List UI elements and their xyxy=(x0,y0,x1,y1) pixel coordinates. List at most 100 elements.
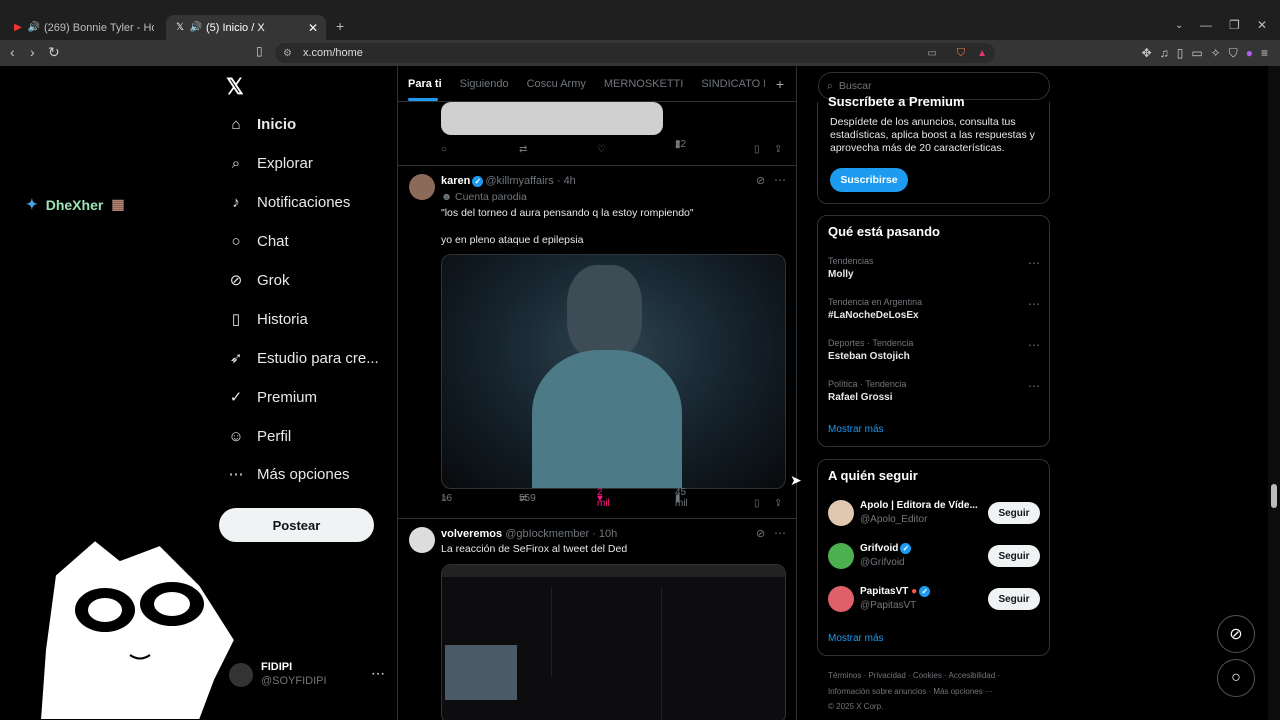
new-tab-icon[interactable]: + xyxy=(336,18,344,34)
forward-icon[interactable]: › xyxy=(30,44,35,60)
footer-links[interactable]: Información sobre anuncios · Más opcione… xyxy=(828,687,993,696)
tab-para-ti[interactable]: Para ti xyxy=(408,78,442,90)
avatar[interactable] xyxy=(409,527,435,553)
back-icon[interactable]: ‹ xyxy=(10,44,15,60)
tab-coscu-army[interactable]: Coscu Army xyxy=(527,78,586,90)
trend-context: Tendencias xyxy=(828,256,874,266)
trend-topic: #LaNocheDeLosEx xyxy=(828,310,919,321)
mascot-overlay xyxy=(38,538,237,720)
nav-item-estudio[interactable]: ➶ Estudio para cre... xyxy=(227,349,379,368)
nav-item-chat[interactable]: ○ Chat xyxy=(227,232,288,250)
bookmark-page-icon[interactable]: ▯ xyxy=(256,44,263,58)
trend-item[interactable]: Política · Tendencia Rafael Grossi ⋯ xyxy=(828,379,1040,403)
chevron-down-icon[interactable]: ⌄ xyxy=(1175,20,1183,31)
follow-button[interactable]: Seguir xyxy=(988,588,1040,610)
messages-fab-icon[interactable]: ○ xyxy=(1217,659,1255,697)
repost-icon[interactable]: ⇄ xyxy=(519,144,527,155)
brave-rewards-icon[interactable]: ▲ xyxy=(977,48,987,59)
follow-suggestion[interactable]: PapitasVT ● ✓ @PapitasVT Seguir xyxy=(828,584,1040,616)
cast-icon[interactable]: ▭ xyxy=(928,48,937,59)
tab-siguiendo[interactable]: Siguiendo xyxy=(460,78,509,90)
nav-item-mas-opciones[interactable]: ⋯ Más opciones xyxy=(227,465,350,484)
chat-icon: ○ xyxy=(231,232,241,250)
more-icon[interactable]: ⋯ xyxy=(371,665,385,682)
more-icon[interactable]: ⋯ xyxy=(1028,256,1040,270)
follow-suggestion[interactable]: Grifvoid ✓ @Grifvoid Seguir xyxy=(828,541,1040,573)
author-name: karen xyxy=(441,175,471,187)
tweet-image[interactable] xyxy=(441,564,786,720)
subscribe-button[interactable]: Suscribirse xyxy=(830,168,908,192)
restore-icon[interactable]: ❐ xyxy=(1229,18,1240,32)
follow-title: A quién seguir xyxy=(828,468,918,483)
show-more-follow-link[interactable]: Mostrar más xyxy=(828,633,884,644)
browser-tab-x[interactable]: 𝕏 🔊 (5) Inicio / X ✕ xyxy=(166,15,326,40)
close-window-icon[interactable]: ✕ xyxy=(1257,18,1267,32)
browser-tab-youtube[interactable]: ▶ 🔊 (269) Bonnie Tyler - Holding Out xyxy=(4,15,162,40)
minimize-icon[interactable]: — xyxy=(1200,18,1212,32)
follow-name: Grifvoid xyxy=(860,543,899,555)
more-icon[interactable]: ⋯ xyxy=(774,526,786,540)
share-icon[interactable]: ⇪ xyxy=(774,498,782,509)
tweet[interactable]: volveremos @gbIockmember · 10h ⊘ ⋯ La re… xyxy=(398,519,796,720)
grok-fab-icon[interactable]: ⊘ xyxy=(1217,615,1255,653)
nav-item-perfil[interactable]: ☺ Perfil xyxy=(227,427,291,445)
trend-item[interactable]: Deportes · Tendencia Esteban Ostojich ⋯ xyxy=(828,338,1040,362)
trend-item[interactable]: Tendencias Molly ⋯ xyxy=(828,256,1040,280)
grok-icon[interactable]: ⊘ xyxy=(756,174,765,187)
share-icon[interactable]: ⇪ xyxy=(774,144,782,155)
reply-icon[interactable]: ○ xyxy=(441,144,447,155)
nav-item-notificaciones[interactable]: ♪ Notificaciones xyxy=(227,193,350,211)
nav-item-premium[interactable]: ✓ Premium xyxy=(227,388,317,407)
leo-icon[interactable]: ✧ xyxy=(1211,46,1221,61)
scrollbar[interactable] xyxy=(1268,66,1280,720)
site-info-icon[interactable]: ⚙ xyxy=(283,48,292,59)
x-logo-icon[interactable]: 𝕏 xyxy=(226,74,244,100)
tab-mernosketti[interactable]: MERNOSKETTI xyxy=(604,78,683,90)
brave-shield-icon[interactable]: ⛉ xyxy=(957,47,965,60)
tweet[interactable]: karen ✓ @killmyaffairs · 4h ☻ Cuenta parod… xyxy=(398,166,796,519)
footer-links[interactable]: Términos · Privacidad · Cookies · Accesi… xyxy=(828,671,1000,680)
post-button[interactable]: Postear xyxy=(219,508,374,542)
nav-item-explorar[interactable]: ⌕ Explorar xyxy=(227,154,313,172)
avatar[interactable] xyxy=(409,174,435,200)
bookmark-icon[interactable]: ▯ xyxy=(754,498,760,509)
menu-icon[interactable]: ≡ xyxy=(1261,46,1268,61)
follow-button[interactable]: Seguir xyxy=(988,502,1040,524)
nav-item-historia[interactable]: ▯ Historia xyxy=(227,310,308,329)
extensions-icon[interactable]: ✥ xyxy=(1142,46,1152,61)
music-icon[interactable]: ♫ xyxy=(1160,46,1169,61)
nav-item-inicio[interactable]: ⌂ Inicio xyxy=(227,115,296,133)
trend-item[interactable]: Tendencia en Argentina #LaNocheDeLosEx ⋯ xyxy=(828,297,1040,321)
wallet-icon[interactable]: ▭ xyxy=(1191,46,1202,61)
more-icon[interactable]: ⋯ xyxy=(1028,297,1040,311)
avatar xyxy=(828,500,854,526)
follow-button[interactable]: Seguir xyxy=(988,545,1040,567)
grok-icon[interactable]: ⊘ xyxy=(756,527,765,540)
sidebar-icon[interactable]: ▯ xyxy=(1177,46,1184,61)
tweet-author[interactable]: karen ✓ @killmyaffairs · 4h xyxy=(441,175,576,187)
bookmark-icon[interactable]: ▯ xyxy=(754,144,760,155)
vpn-icon[interactable]: ⛉ xyxy=(1229,46,1238,61)
tweet-media[interactable] xyxy=(441,102,663,135)
more-icon[interactable]: ⋯ xyxy=(1028,338,1040,352)
scrollbar-thumb[interactable] xyxy=(1271,484,1277,508)
nav-item-grok[interactable]: ⊘ Grok xyxy=(227,271,290,290)
trend-context: Tendencia en Argentina xyxy=(828,297,923,307)
url-bar[interactable]: ⚙ x.com/home ▭ ⛉ ▲ xyxy=(275,43,995,63)
close-tab-icon[interactable]: ✕ xyxy=(308,21,318,35)
tweet-video[interactable] xyxy=(441,254,786,489)
bookmark-icon: ▯ xyxy=(231,311,241,328)
verified-badge-icon: ✓ xyxy=(900,543,912,554)
more-icon[interactable]: ⋯ xyxy=(1028,379,1040,393)
reload-icon[interactable]: ↻ xyxy=(48,44,60,61)
tweet-author[interactable]: volveremos @gbIockmember · 10h xyxy=(441,528,617,540)
account-switcher[interactable]: FIDIPI @SOYFIDIPI ⋯ xyxy=(229,659,389,693)
follow-suggestion[interactable]: Apolo | Editora de Víde... @Apolo_Editor… xyxy=(828,498,1040,530)
add-tab-icon[interactable]: + xyxy=(776,76,784,92)
tab-sindicato[interactable]: SINDICATO D xyxy=(701,78,765,90)
tweet-text: "los del torneo d aura pensando q la est… xyxy=(441,207,694,219)
show-more-trends-link[interactable]: Mostrar más xyxy=(828,424,884,435)
profile-icon[interactable]: ● xyxy=(1246,46,1253,61)
like-icon[interactable]: ♡ xyxy=(597,144,606,155)
more-icon[interactable]: ⋯ xyxy=(774,173,786,187)
